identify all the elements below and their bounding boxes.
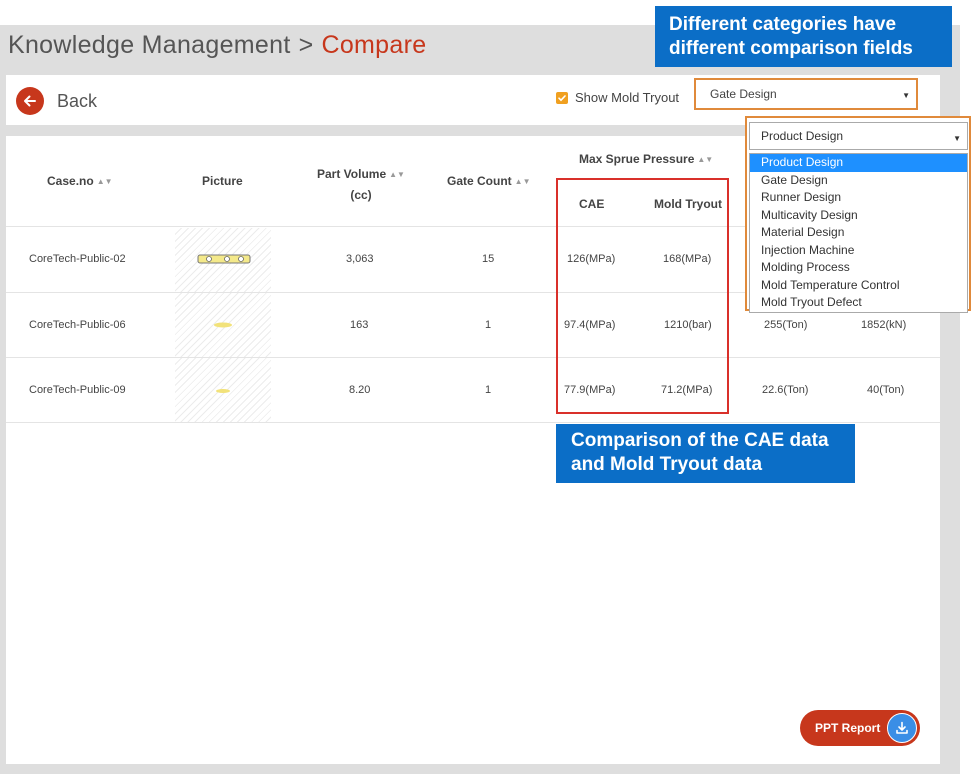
dropdown-option-molding-process[interactable]: Molding Process [750,259,967,277]
ppt-report-button[interactable]: PPT Report [800,710,920,746]
arrow-left-icon [16,87,44,115]
callout-line: and Mold Tryout data [571,454,763,475]
cell-case-no[interactable]: CoreTech-Public-02 [29,253,126,265]
category-select-value: Gate Design [710,87,777,101]
cell-part-volume: 8.20 [349,384,371,396]
callout-categories: Different categories have different comp… [655,6,952,67]
dropdown-option-mold-temperature-control[interactable]: Mold Temperature Control [750,277,967,295]
cae-tryout-highlight-box [556,178,729,414]
cell-extra-2: 40(Ton) [867,384,905,396]
dropdown-option-mold-tryout-defect[interactable]: Mold Tryout Defect [750,294,967,312]
sort-icon[interactable]: ▲▼ [389,170,405,179]
callout-line: Different categories have [669,14,897,35]
download-icon [887,713,917,743]
cell-extra-2: 1852(kN) [861,319,907,331]
show-mold-tryout-toggle[interactable]: Show Mold Tryout [556,90,679,105]
sort-icon[interactable]: ▲▼ [97,177,113,186]
dropdown-option-runner-design[interactable]: Runner Design [750,189,967,207]
sort-icon[interactable]: ▲▼ [515,177,531,186]
breadcrumb-separator: > [298,31,314,59]
part-thumbnail[interactable] [175,228,271,292]
row-divider [6,357,940,358]
cell-case-no[interactable]: CoreTech-Public-06 [29,319,126,331]
part-shape-icon [197,254,251,264]
cell-gate-count: 1 [485,319,492,331]
part-thumbnail[interactable] [175,358,271,422]
dropdown-arrow-icon: ▼ [902,91,910,100]
header-case-no[interactable]: Case.no ▲▼ [47,174,113,188]
cell-gate-count: 1 [485,384,492,396]
cell-part-volume: 3,063 [346,253,374,265]
cell-extra-1: 22.6(Ton) [762,384,809,396]
part-shape-icon [214,322,232,328]
row-divider [6,422,940,423]
dropdown-option-gate-design[interactable]: Gate Design [750,172,967,190]
ppt-report-label: PPT Report [815,721,881,735]
cell-part-volume: 163 [350,319,369,331]
breadcrumb-parent[interactable]: Knowledge Management [8,31,291,59]
part-shape-icon [216,389,230,393]
header-part-volume[interactable]: Part Volume ▲▼ (cc) [306,164,416,205]
cell-extra-1: 255(Ton) [764,319,808,331]
breadcrumb-current: Compare [321,31,427,59]
callout-comparison: Comparison of the CAE data and Mold Tryo… [556,424,855,483]
part-thumbnail[interactable] [175,293,271,357]
cell-case-no[interactable]: CoreTech-Public-09 [29,384,126,396]
sort-icon[interactable]: ▲▼ [697,155,713,164]
dropdown-arrow-icon: ▼ [953,134,961,143]
dropdown-option-injection-machine[interactable]: Injection Machine [750,242,967,260]
dropdown-option-product-design[interactable]: Product Design [750,154,967,172]
category-select[interactable]: Gate Design ▼ [694,78,918,110]
callout-line: Comparison of the CAE data [571,430,829,451]
back-button[interactable]: Back [16,87,97,115]
dropdown-option-material-design[interactable]: Material Design [750,224,967,242]
dropdown-list: Product Design Gate Design Runner Design… [749,153,968,313]
dropdown-select[interactable]: Product Design ▼ [749,122,968,150]
callout-line: different comparison fields [669,38,913,59]
check-icon[interactable] [556,91,568,104]
cell-gate-count: 15 [482,253,495,265]
dropdown-select-value: Product Design [761,129,844,143]
back-label: Back [57,90,98,111]
breadcrumb: Knowledge Management > Compare [8,31,426,60]
header-max-sprue-pressure[interactable]: Max Sprue Pressure ▲▼ [579,152,713,166]
header-picture: Picture [202,174,243,188]
category-dropdown: Product Design ▼ Product Design Gate Des… [745,116,971,313]
header-gate-count[interactable]: Gate Count ▲▼ [447,174,531,188]
dropdown-option-multicavity-design[interactable]: Multicavity Design [750,207,967,225]
show-mold-tryout-label: Show Mold Tryout [575,90,680,105]
